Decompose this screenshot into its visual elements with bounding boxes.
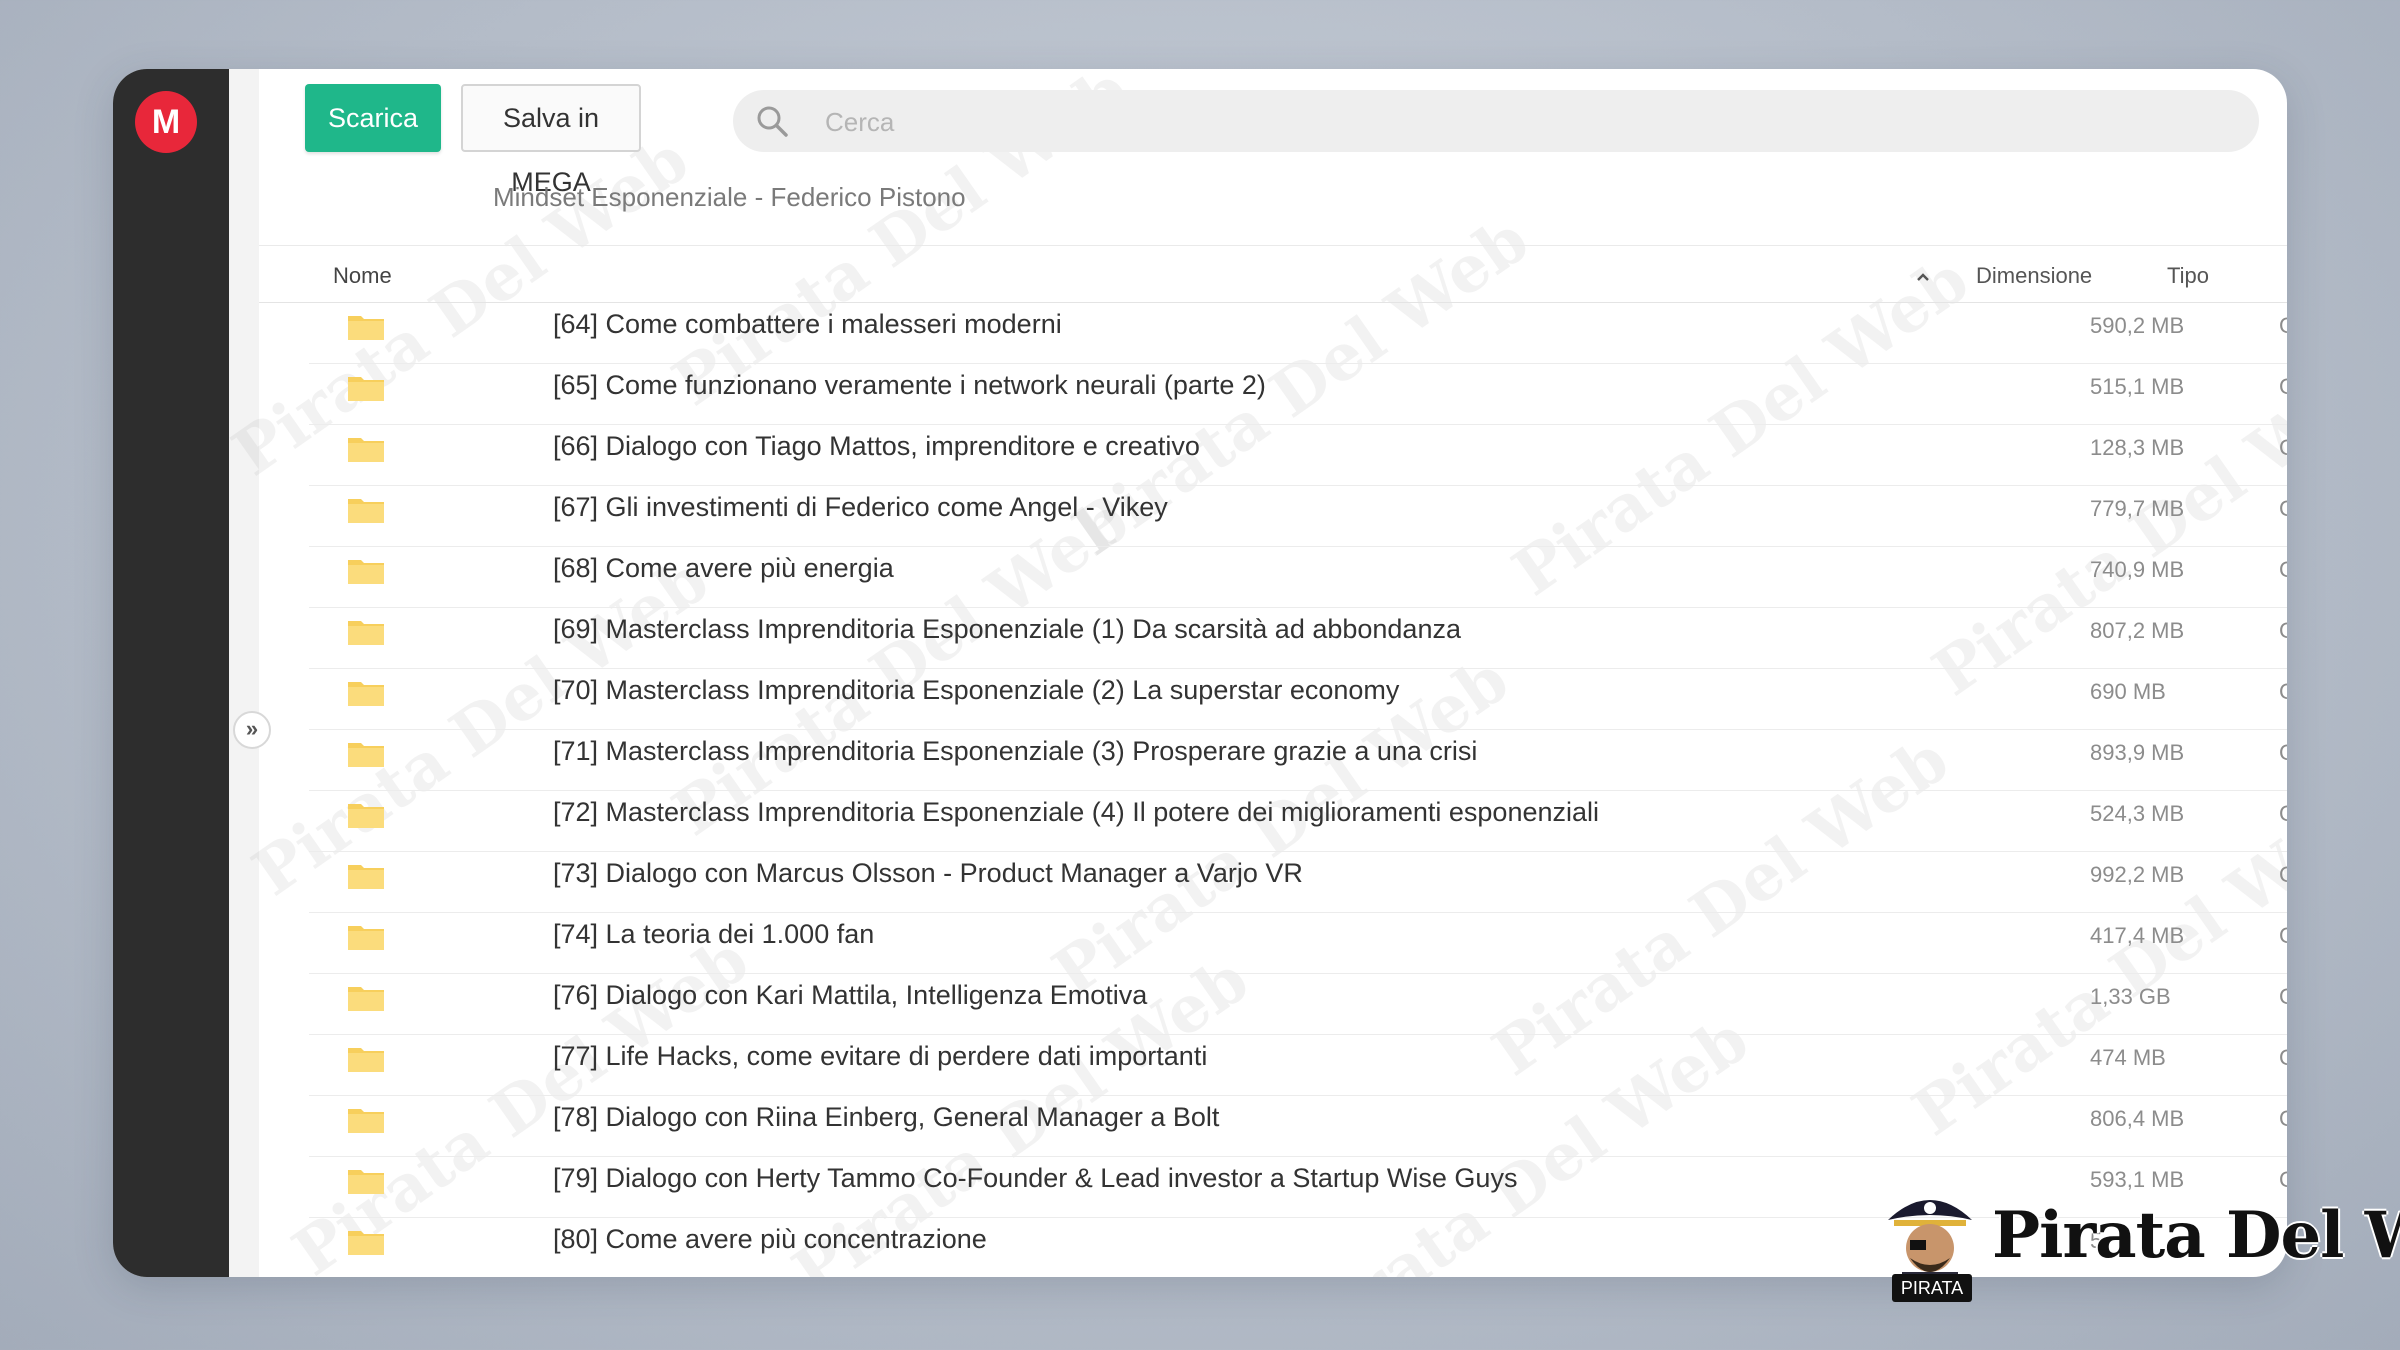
table-row[interactable]: [73] Dialogo con Marcus Olsson - Product… [309,852,2287,913]
table-row[interactable]: [67] Gli investimenti di Federico come A… [309,486,2287,547]
folder-icon [348,438,384,462]
row-size: 779,7 MB [2090,496,2185,521]
row-size: 524,3 MB [2090,801,2185,826]
folder-icon [348,1231,384,1255]
row-size: 690 MB [2090,679,2166,704]
folder-icon [348,743,384,767]
row-name: [71] Masterclass Imprenditoria Esponenzi… [553,736,1478,766]
row-size: 474 MB [2090,1045,2166,1070]
row-size: 893,9 MB [2090,740,2185,765]
row-name: [77] Life Hacks, come evitare di perdere… [553,1041,1208,1071]
row-name: [79] Dialogo con Herty Tammo Co-Founder … [553,1163,1518,1193]
brand-tag: PIRATA [1892,1274,1972,1302]
row-name: [66] Dialogo con Tiago Mattos, imprendit… [553,431,1200,461]
row-size: 515,1 MB [2090,374,2185,399]
row-type: Cartella [2279,435,2287,460]
row-size: 806,4 MB [2090,1106,2185,1131]
table-row[interactable]: [76] Dialogo con Kari Mattila, Intellige… [309,974,2287,1035]
folder-icon [348,377,384,401]
row-name: [64] Come combattere i malesseri moderni [553,309,1062,339]
row-type: Cartella [2279,923,2287,948]
folder-icon [348,804,384,828]
row-name: [69] Masterclass Imprenditoria Esponenzi… [553,614,1461,644]
file-list: [64] Come combattere i malesseri moderni… [113,69,2287,1277]
row-name: [80] Come avere più concentrazione [553,1224,987,1254]
row-size: 992,2 MB [2090,862,2185,887]
row-type: Cartella [2279,740,2287,765]
table-row[interactable]: [78] Dialogo con Riina Einberg, General … [309,1096,2287,1157]
row-size: 807,2 MB [2090,618,2185,643]
pirata-del-web-logo: PIRATA Pirata Del Web [1880,1186,2400,1306]
row-size: 740,9 MB [2090,557,2185,582]
row-size: 590,2 MB [2090,313,2185,338]
row-name: [74] La teoria dei 1.000 fan [553,919,875,949]
row-type: Cartella [2279,374,2287,399]
folder-icon [348,316,384,340]
row-name: [76] Dialogo con Kari Mattila, Intellige… [553,980,1148,1010]
folder-icon [348,560,384,584]
table-row[interactable]: [64] Come combattere i malesseri moderni… [309,303,2287,364]
row-name: [65] Come funzionano veramente i network… [553,370,1266,400]
row-type: Cartella [2279,1106,2287,1131]
row-name: [68] Come avere più energia [553,553,894,583]
row-type: Cartella [2279,618,2287,643]
row-name: [70] Masterclass Imprenditoria Esponenzi… [553,675,1400,705]
table-row[interactable]: [66] Dialogo con Tiago Mattos, imprendit… [309,425,2287,486]
folder-icon [348,621,384,645]
row-type: Cartella [2279,313,2287,338]
table-row[interactable]: [70] Masterclass Imprenditoria Esponenzi… [309,669,2287,730]
table-row[interactable]: [74] La teoria dei 1.000 fan 417,4 MB Ca… [309,913,2287,974]
folder-icon [348,682,384,706]
folder-icon [348,499,384,523]
folder-icon [348,987,384,1011]
row-type: Cartella [2279,984,2287,1009]
folder-icon [348,1170,384,1194]
folder-icon [348,865,384,889]
row-name: [73] Dialogo con Marcus Olsson - Product… [553,858,1303,888]
folder-icon [348,926,384,950]
row-type: Cartella [2279,496,2287,521]
table-row[interactable]: [72] Masterclass Imprenditoria Esponenzi… [309,791,2287,852]
brand-name: Pirata Del Web [1992,1198,2400,1273]
table-row[interactable]: [71] Masterclass Imprenditoria Esponenzi… [309,730,2287,791]
mega-window: M » Pirata Del Web Pirata Del Web Pirata… [113,69,2287,1277]
row-type: Cartella [2279,1045,2287,1070]
row-size: 128,3 MB [2090,435,2185,460]
row-type: Cartella [2279,862,2287,887]
table-row[interactable]: [69] Masterclass Imprenditoria Esponenzi… [309,608,2287,669]
folder-icon [348,1109,384,1133]
table-row[interactable]: [77] Life Hacks, come evitare di perdere… [309,1035,2287,1096]
row-name: [78] Dialogo con Riina Einberg, General … [553,1102,1220,1132]
row-type: Cartella [2279,557,2287,582]
row-type: Cartella [2279,679,2287,704]
folder-icon [348,1048,384,1072]
row-size: 417,4 MB [2090,923,2185,948]
table-row[interactable]: [65] Come funzionano veramente i network… [309,364,2287,425]
row-type: Cartella [2279,801,2287,826]
row-size: 1,33 GB [2090,984,2171,1009]
row-name: [67] Gli investimenti di Federico come A… [553,492,1168,522]
row-name: [72] Masterclass Imprenditoria Esponenzi… [553,797,1600,827]
table-row[interactable]: [68] Come avere più energia 740,9 MB Car… [309,547,2287,608]
expand-sidebar-icon[interactable]: » [233,711,271,749]
